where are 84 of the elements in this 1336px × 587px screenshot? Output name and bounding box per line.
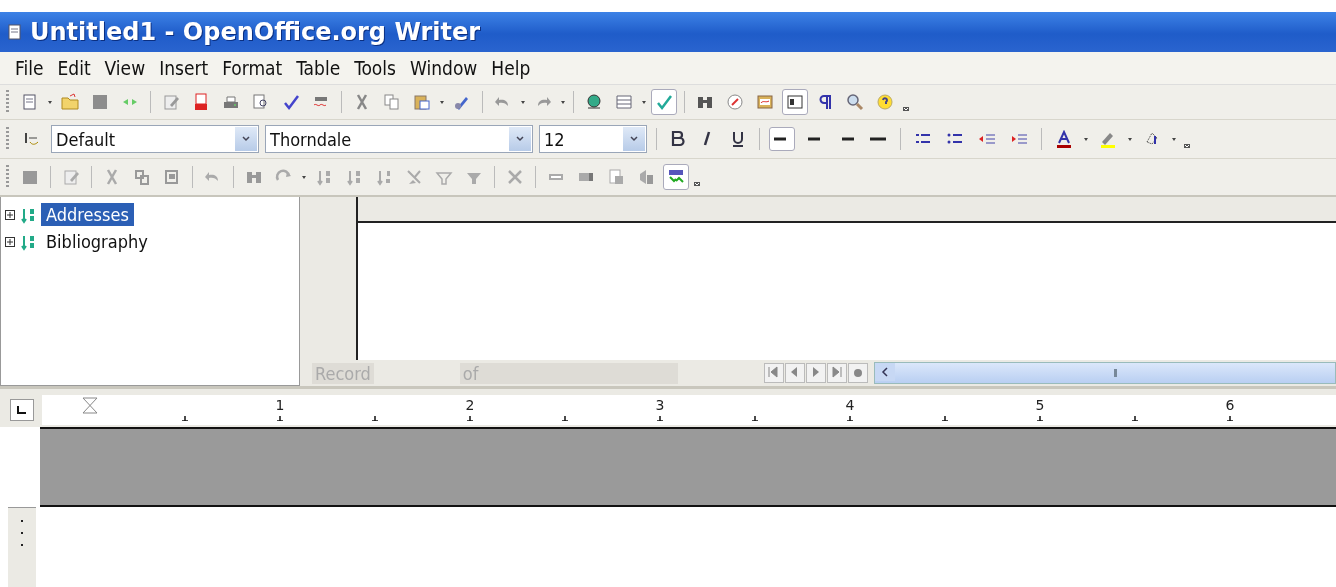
tree-item[interactable]: Bibliography [41, 230, 153, 253]
hyperlink-icon[interactable] [585, 93, 603, 111]
ruler-number: 1 [275, 397, 285, 413]
scroll-left-icon[interactable] [875, 363, 895, 381]
print-icon[interactable] [222, 93, 240, 111]
spellcheck-icon[interactable] [282, 93, 300, 111]
next-record-icon[interactable] [806, 363, 826, 383]
ruler-tick-icon [1132, 415, 1138, 421]
last-record-icon[interactable] [827, 363, 847, 383]
new-document-icon[interactable] [21, 93, 39, 111]
copy-icon[interactable] [133, 168, 151, 186]
ruler-number: 2 [465, 397, 475, 413]
pdf-export-icon[interactable] [192, 93, 210, 111]
edit-file-icon[interactable] [162, 93, 180, 111]
ruler-number: 4 [845, 397, 855, 413]
ruler-tick-icon [182, 415, 188, 421]
data-sources-icon[interactable] [786, 93, 804, 111]
highlight-icon[interactable] [1099, 130, 1117, 148]
zoom-icon[interactable] [846, 93, 864, 111]
expand-icon[interactable] [5, 209, 15, 220]
ruler-tick-icon [1037, 415, 1043, 421]
caret-icon[interactable] [47, 99, 53, 105]
ruler-tick-icon [752, 415, 758, 421]
menu-item[interactable]: View [97, 55, 153, 81]
first-record-icon[interactable] [764, 363, 784, 383]
window-title: Untitled1 - OpenOffice.org Writer [30, 18, 481, 46]
menu-item[interactable]: Insert [152, 55, 216, 81]
horizontal-scrollbar[interactable] [874, 362, 1336, 384]
expand-icon[interactable] [5, 236, 15, 247]
font-size-box[interactable]: 12 [539, 125, 647, 153]
navigator-icon[interactable] [726, 93, 744, 111]
ruler-number: 3 [655, 397, 665, 413]
indent-marker-icon[interactable] [82, 397, 98, 415]
caret-icon[interactable] [520, 99, 526, 105]
ruler-tick-icon [372, 415, 378, 421]
ruler-tick-icon [657, 415, 663, 421]
ruler-tick-icon [467, 415, 473, 421]
previous-record-icon[interactable] [785, 363, 805, 383]
menu-item[interactable]: Table [289, 55, 348, 81]
tab-stop-icon[interactable] [16, 404, 28, 416]
data-source-icon[interactable] [637, 168, 655, 186]
caret-icon[interactable] [560, 99, 566, 105]
underline-icon[interactable] [730, 130, 746, 148]
menu-item[interactable]: Help [484, 55, 538, 81]
menu-item[interactable]: Edit [50, 55, 98, 81]
scroll-thumb-grip-icon[interactable] [1113, 369, 1117, 377]
open-folder-icon[interactable] [61, 93, 79, 111]
document-icon [6, 23, 24, 41]
tree-item[interactable]: Addresses [41, 203, 134, 226]
help-icon[interactable] [876, 93, 894, 111]
table-icon[interactable] [615, 93, 633, 111]
ruler-tick-icon [942, 415, 948, 421]
menu-item[interactable]: Format [215, 55, 290, 81]
ruler-tick-icon [847, 415, 853, 421]
save-icon[interactable] [91, 93, 109, 111]
caret-icon[interactable] [1171, 136, 1177, 142]
bold-icon[interactable] [670, 130, 686, 148]
mail-merge-icon[interactable] [607, 168, 625, 186]
menu-item[interactable]: File [8, 55, 51, 81]
menu-item[interactable]: Tools [347, 55, 403, 81]
font-name-box[interactable]: Thorndale [265, 125, 533, 153]
copy-icon[interactable] [383, 93, 401, 111]
ruler-number: 6 [1225, 397, 1235, 413]
gallery-icon[interactable] [756, 93, 774, 111]
paste-icon[interactable] [163, 168, 181, 186]
save-record-icon[interactable] [21, 168, 39, 186]
ruler-number: 5 [1035, 397, 1045, 413]
font-color-icon[interactable] [1055, 130, 1073, 148]
page-preview-icon[interactable] [252, 93, 270, 111]
caret-icon[interactable] [1127, 136, 1133, 142]
paste-icon[interactable] [413, 93, 431, 111]
caret-icon[interactable] [641, 99, 647, 105]
caret-icon[interactable] [301, 174, 307, 180]
caret-icon[interactable] [1083, 136, 1089, 142]
ruler-tick-icon [562, 415, 568, 421]
paragraph-style-box[interactable]: Default [51, 125, 259, 153]
ruler-tick-icon [1227, 415, 1233, 421]
stylist-icon[interactable] [23, 130, 41, 148]
check-icon[interactable] [655, 93, 673, 111]
pilcrow-icon[interactable] [816, 93, 834, 111]
menu-item[interactable]: Window [403, 55, 485, 81]
new-record-icon[interactable] [848, 363, 868, 383]
ruler-tick-icon [277, 415, 283, 421]
caret-icon[interactable] [439, 99, 445, 105]
